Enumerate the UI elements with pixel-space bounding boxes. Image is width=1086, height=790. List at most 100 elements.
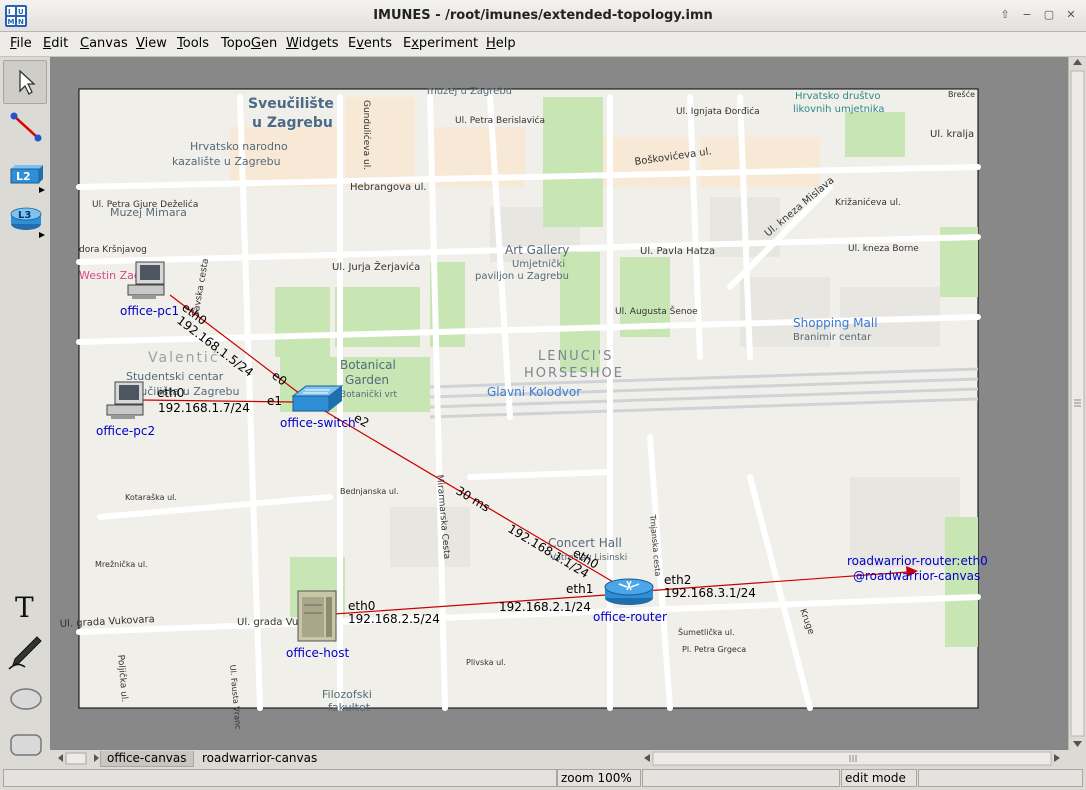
map-label: Art Gallery xyxy=(505,243,569,257)
map-label: HORSESHOE xyxy=(524,366,624,381)
tab-roadwarrior-canvas[interactable]: roadwarrior-canvas xyxy=(196,751,323,766)
map-label: Pl. Petra Grgeca xyxy=(682,645,746,654)
map-label: Brešće xyxy=(948,89,975,99)
status-blank xyxy=(642,769,840,787)
map-label: dora Kršnjavog xyxy=(79,244,147,255)
tab-left-arrow-icon[interactable] xyxy=(58,754,63,762)
zoom-status: zoom 100% xyxy=(557,769,641,787)
map-label: Šumetlička ul. xyxy=(678,626,735,637)
menu-tools[interactable]: Tools xyxy=(177,36,209,51)
select-tool[interactable] xyxy=(3,60,47,104)
close-window-button[interactable]: ✕ xyxy=(1063,7,1079,23)
map-label: Ul. Petra Berislavića xyxy=(455,115,545,126)
map-label: Bednjanska ul. xyxy=(340,487,399,496)
topology-canvas[interactable]: Sveučilište u Zagrebu Hrvatsko narodno k… xyxy=(50,57,1068,750)
svg-text:192.168.2.5/24: 192.168.2.5/24 xyxy=(348,612,440,626)
map-label: muzej u Zagrebu xyxy=(427,86,512,97)
scroll-left-arrow-icon[interactable] xyxy=(644,754,650,762)
pen-icon xyxy=(8,636,42,670)
rectangle-tool[interactable] xyxy=(3,723,47,767)
svg-text:roadwarrior-router:eth0: roadwarrior-router:eth0 xyxy=(847,554,988,568)
map-label: Ul. grada Vu xyxy=(237,617,298,628)
menu-widgets[interactable]: Widgets xyxy=(286,36,339,51)
svg-text:eth1: eth1 xyxy=(566,582,593,596)
map-label: Filozofski xyxy=(322,688,372,701)
map-label: Botanical xyxy=(340,358,396,372)
map-label: Ul. Augusta Šenoe xyxy=(615,305,698,317)
node-label: office-host xyxy=(286,646,349,660)
scroll-right-arrow-icon[interactable] xyxy=(1054,754,1060,762)
map-label: paviljon u Zagrebu xyxy=(475,271,569,282)
scroll-down-arrow-icon[interactable] xyxy=(1073,741,1082,747)
link-line-icon xyxy=(10,112,42,142)
map-label: Mrežnička ul. xyxy=(95,559,148,569)
map-label: Branimir centar xyxy=(793,332,872,343)
map-label: Hrvatsko društvo xyxy=(795,90,881,102)
map-label: Hrvatsko narodno xyxy=(190,140,288,153)
svg-text:eth2: eth2 xyxy=(664,573,691,587)
map-label: Kotaraška ul. xyxy=(125,492,177,502)
menu-bar: File Edit Canvas View Tools TopoGen Widg… xyxy=(0,32,1086,57)
map-label: Ul. Petra Gjure Deželića xyxy=(92,199,198,210)
map-label: Ul. Jurja Žerjavića xyxy=(332,260,420,273)
l3-router-icon: L3 xyxy=(10,207,45,238)
canvas-tabs-and-scrollbar: office-canvas roadwarrior-canvas xyxy=(50,750,1086,767)
minimize-window-button[interactable]: − xyxy=(1019,7,1035,23)
map-label: u Zagrebu xyxy=(252,115,333,131)
map-label: Hebrangova ul. xyxy=(350,182,427,193)
map-label: Shopping Mall xyxy=(793,316,878,330)
menu-experiment[interactable]: Experiment xyxy=(403,36,478,51)
title-bar: I U M N IMUNES - /root/imunes/extended-t… xyxy=(0,0,1086,32)
canvas-viewport[interactable]: Sveučilište u Zagrebu Hrvatsko narodno k… xyxy=(50,57,1068,750)
map-label: Valentić xyxy=(148,350,220,366)
oval-tool[interactable] xyxy=(3,677,47,721)
maximize-window-button[interactable]: ▢ xyxy=(1041,7,1057,23)
map-label: Garden xyxy=(345,373,389,387)
pointer-arrow-icon xyxy=(19,69,36,95)
menu-events[interactable]: Events xyxy=(348,36,392,51)
status-message xyxy=(3,769,557,787)
vertical-scrollbar[interactable] xyxy=(1068,57,1086,750)
scroll-up-arrow-icon[interactable] xyxy=(1073,59,1082,65)
map-label: Ul. kneza Borne xyxy=(848,244,919,254)
map-label: Ul. kralja xyxy=(930,129,974,140)
map-label: Plivska ul. xyxy=(466,658,506,667)
l3-devices-tool[interactable]: L3 xyxy=(3,200,47,244)
map-label: Concert Hall xyxy=(548,536,622,550)
status-extra xyxy=(918,769,1083,787)
tab-right-arrow-icon[interactable] xyxy=(94,754,99,762)
map-label: Umjetnički xyxy=(512,258,565,270)
map-label: Gundulićeva ul. xyxy=(361,100,372,170)
server-icon xyxy=(297,590,337,642)
menu-topogen[interactable]: TopoGen xyxy=(221,36,277,51)
menu-help[interactable]: Help xyxy=(486,36,516,51)
l2-devices-tool[interactable]: L2 xyxy=(3,155,47,199)
menu-file[interactable]: File xyxy=(10,36,32,51)
window-title: IMUNES - /root/imunes/extended-topology.… xyxy=(373,8,713,23)
status-bar: zoom 100% edit mode xyxy=(0,767,1086,790)
map-label: Sveučilište xyxy=(248,96,334,112)
svg-text:T: T xyxy=(15,591,34,624)
map-label: LENUCI'S xyxy=(538,349,613,364)
freeform-pen-tool[interactable] xyxy=(3,631,47,675)
link-tool[interactable] xyxy=(3,105,47,149)
l2-switch-icon: L2 xyxy=(10,165,45,193)
tab-office-canvas[interactable]: office-canvas xyxy=(100,751,194,767)
tab-scroll-controls[interactable] xyxy=(50,750,100,767)
svg-text:eth0: eth0 xyxy=(348,599,375,613)
oval-shape-icon xyxy=(10,688,42,710)
menu-view[interactable]: View xyxy=(136,36,167,51)
menu-canvas[interactable]: Canvas xyxy=(80,36,128,51)
l2-text: L2 xyxy=(16,170,31,183)
vertical-scrollbar-graphic xyxy=(1070,59,1085,747)
shade-window-button[interactable]: ⇧ xyxy=(997,7,1013,23)
map-label: Botanički vrt xyxy=(340,389,397,400)
l3-text: L3 xyxy=(18,210,31,221)
svg-text:@roadwarrior-canvas: @roadwarrior-canvas xyxy=(853,569,980,583)
text-tool[interactable]: T xyxy=(3,585,47,629)
menu-edit[interactable]: Edit xyxy=(43,36,68,51)
horizontal-scrollbar[interactable] xyxy=(640,750,1066,767)
remote-link-label[interactable]: roadwarrior-router:eth0 @roadwarrior-can… xyxy=(847,554,988,583)
node-label: office-pc1 xyxy=(120,304,179,318)
map-label: likovnih umjetnika xyxy=(793,104,884,115)
